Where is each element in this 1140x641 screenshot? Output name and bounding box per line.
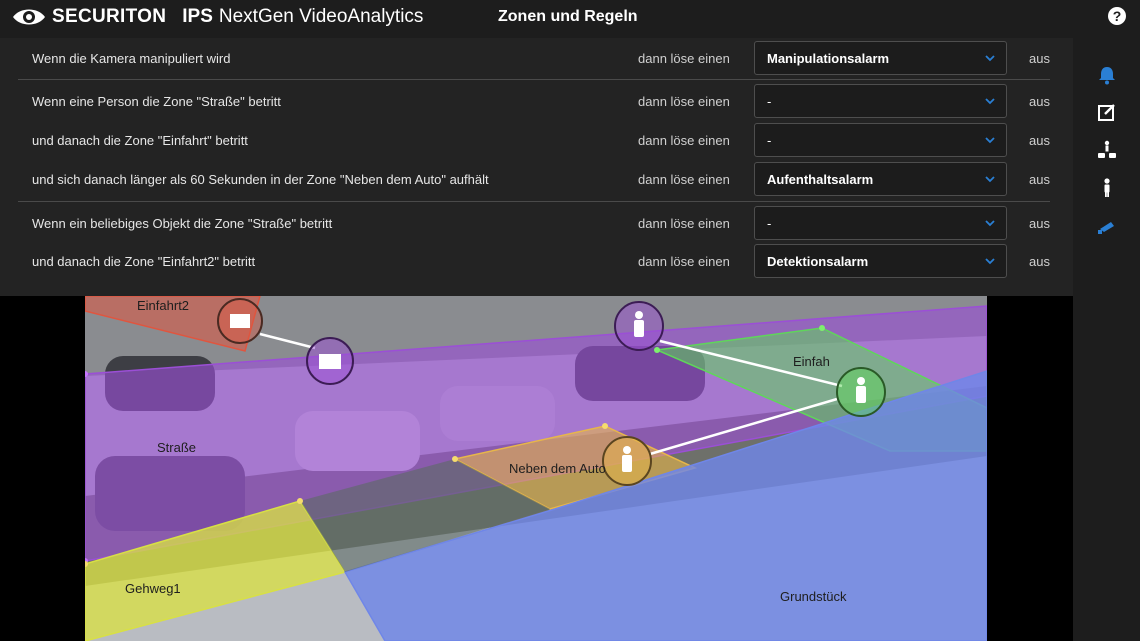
- video-border-right: [987, 296, 1073, 641]
- rule-row: Wenn die Kamera manipuliert wird dann lö…: [0, 41, 1073, 77]
- alarm-select-value: -: [767, 133, 772, 148]
- zone-vertex[interactable]: [297, 498, 303, 504]
- rule-node-strasse[interactable]: [306, 337, 354, 385]
- eye-logo-icon: [13, 9, 45, 25]
- brand-logo: SECURITON IPS NextGen VideoAnalytics: [12, 6, 423, 28]
- zone-vertex[interactable]: [602, 423, 608, 429]
- rule-condition: Wenn eine Person die Zone "Straße" betri…: [32, 94, 281, 109]
- rule-then-label: dann löse einen: [638, 94, 730, 109]
- chevron-down-icon: [985, 98, 995, 105]
- person-icon[interactable]: [1096, 177, 1118, 199]
- rule-then-label: dann löse einen: [638, 51, 730, 66]
- rule-separator: [18, 79, 1050, 80]
- rule-suffix: aus: [1029, 51, 1050, 66]
- brand-ips: IPS: [182, 6, 213, 27]
- rule-condition: Wenn ein beliebiges Objekt die Zone "Str…: [32, 216, 333, 231]
- rule-then-label: dann löse einen: [638, 172, 730, 187]
- alarm-select[interactable]: -: [754, 123, 1007, 157]
- rule-condition: und sich danach länger als 60 Sekunden i…: [32, 172, 489, 187]
- alarm-select[interactable]: -: [754, 206, 1007, 240]
- chevron-down-icon: [985, 176, 995, 183]
- zone-vertex[interactable]: [452, 456, 458, 462]
- rule-row: und danach die Zone "Einfahrt2" betritt …: [0, 244, 1073, 280]
- chevron-down-icon: [985, 220, 995, 227]
- rule-suffix: aus: [1029, 254, 1050, 269]
- rule-node-person-strasse[interactable]: [614, 301, 664, 351]
- alarm-select-value: -: [767, 94, 772, 109]
- rule-suffix: aus: [1029, 94, 1050, 109]
- person-icon: [857, 377, 865, 385]
- alarm-select[interactable]: Aufenthaltsalarm: [754, 162, 1007, 196]
- zone-label-grundstueck: Grundstück: [780, 589, 847, 604]
- rule-then-label: dann löse einen: [638, 254, 730, 269]
- rule-separator: [18, 201, 1050, 202]
- zone-vertex[interactable]: [654, 347, 660, 353]
- alarm-select[interactable]: -: [754, 84, 1007, 118]
- zone-label-einfahrt: Einfah: [793, 354, 830, 369]
- bell-icon[interactable]: [1096, 64, 1118, 86]
- chevron-down-icon: [985, 258, 995, 265]
- rule-condition: und danach die Zone "Einfahrt2" betritt: [32, 254, 256, 269]
- right-toolbar: [1073, 38, 1140, 641]
- brand-product: NextGen VideoAnalytics: [218, 6, 424, 27]
- rule-node-einfahrt2[interactable]: [217, 298, 263, 344]
- rules-panel: Wenn die Kamera manipuliert wird dann lö…: [0, 38, 1073, 296]
- chevron-down-icon: [985, 55, 995, 62]
- person-icon: [634, 320, 644, 337]
- zone-objects-icon[interactable]: [1096, 139, 1118, 161]
- person-icon: [622, 455, 632, 472]
- chevron-down-icon: [985, 137, 995, 144]
- rule-node-person-einfahrt[interactable]: [836, 367, 886, 417]
- top-bar: SECURITON IPS NextGen VideoAnalytics Zon…: [0, 0, 1140, 38]
- alarm-select-value: Manipulationsalarm: [767, 51, 890, 66]
- person-icon: [856, 386, 866, 403]
- alarm-select-value: Detektionsalarm: [767, 254, 869, 269]
- brand-name: SECURITON: [52, 6, 167, 27]
- zone-canvas[interactable]: Einfahrt2 Straße Einfah Neben dem Auto G…: [85, 296, 987, 641]
- zone-label-strasse: Straße: [157, 440, 196, 455]
- alarm-select-value: Aufenthaltsalarm: [767, 172, 874, 187]
- rule-suffix: aus: [1029, 216, 1050, 231]
- alarm-select-value: -: [767, 216, 772, 231]
- rule-row: und sich danach länger als 60 Sekunden i…: [0, 162, 1073, 198]
- rule-suffix: aus: [1029, 133, 1050, 148]
- rule-condition: und danach die Zone "Einfahrt" betritt: [32, 133, 248, 148]
- objects-icon: [230, 314, 250, 328]
- rule-row: Wenn eine Person die Zone "Straße" betri…: [0, 84, 1073, 120]
- camera-view[interactable]: Einfahrt2 Straße Einfah Neben dem Auto G…: [85, 296, 987, 641]
- rule-then-label: dann löse einen: [638, 133, 730, 148]
- zone-label-gehweg: Gehweg1: [125, 581, 181, 596]
- alarm-select[interactable]: Detektionsalarm: [754, 244, 1007, 278]
- rule-row: Wenn ein beliebiges Objekt die Zone "Str…: [0, 206, 1073, 242]
- zone-vertex[interactable]: [819, 325, 825, 331]
- rule-node-person-neben[interactable]: [602, 436, 652, 486]
- edit-icon[interactable]: [1096, 101, 1118, 123]
- zone-label-neben-dem-auto: Neben dem Auto: [509, 461, 606, 476]
- rule-row: und danach die Zone "Einfahrt" betritt d…: [0, 123, 1073, 159]
- video-border-left: [0, 296, 85, 641]
- person-icon: [623, 446, 631, 454]
- rule-then-label: dann löse einen: [638, 216, 730, 231]
- alarm-select[interactable]: Manipulationsalarm: [754, 41, 1007, 75]
- person-icon: [635, 311, 643, 319]
- zone-label-einfahrt2: Einfahrt2: [137, 298, 189, 313]
- rule-condition: Wenn die Kamera manipuliert wird: [32, 51, 231, 66]
- rule-suffix: aus: [1029, 172, 1050, 187]
- objects-icon: [319, 354, 341, 369]
- page-title: Zonen und Regeln: [498, 8, 638, 25]
- camera-icon[interactable]: [1096, 215, 1118, 237]
- help-icon[interactable]: ?: [1108, 7, 1126, 25]
